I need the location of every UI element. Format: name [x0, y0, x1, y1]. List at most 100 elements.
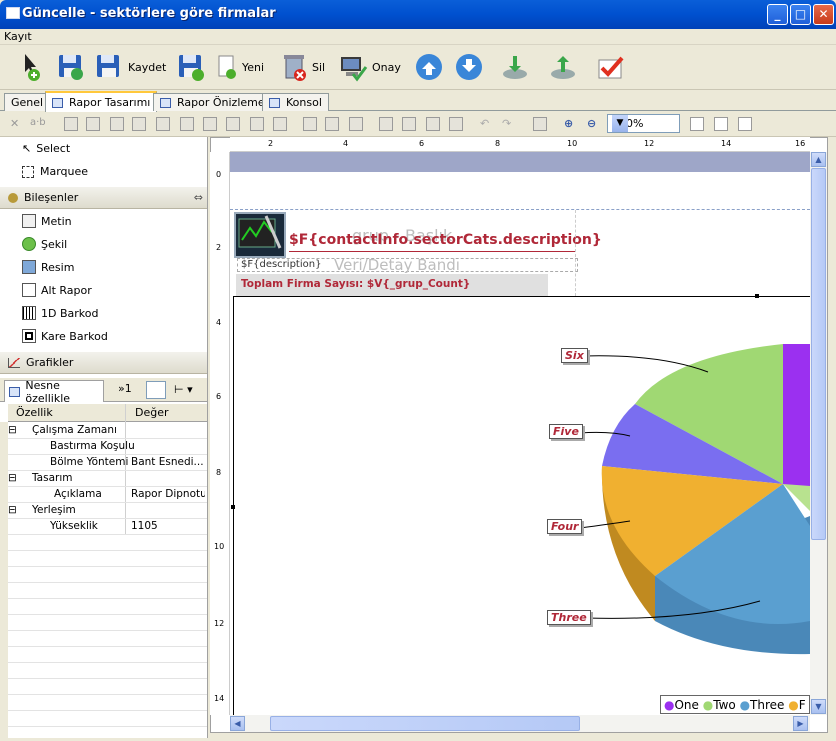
horizontal-scroll-thumb[interactable] [270, 716, 580, 731]
filter-menu-icon[interactable]: ⊢ ▾ [174, 383, 193, 396]
print-icon[interactable] [533, 117, 547, 131]
tab-rapor-onizleme[interactable]: Rapor Önizleme [153, 93, 272, 111]
prop-group-tasarim[interactable]: ⊟ Tasarım [8, 471, 207, 487]
delete-label: Sil [312, 60, 326, 74]
group-footer-band[interactable]: Toplam Firma Sayısı: $V{_grup_Count} [236, 274, 548, 296]
prop-row-bolme-yontemi[interactable]: Bölme Yöntemi Bant Esnedi... [8, 455, 207, 471]
disk-upload-icon [503, 56, 527, 79]
move-up-button[interactable] [414, 49, 444, 85]
export-button[interactable] [548, 49, 578, 85]
collapse-icon: ⊟ [8, 472, 17, 484]
approve-button[interactable]: Onay [338, 49, 401, 85]
paste-icon[interactable] [349, 117, 363, 131]
send-backward-icon[interactable] [449, 117, 463, 131]
prop-row-yukseklik[interactable]: Yükseklik 1105 [8, 519, 207, 535]
space-vertical-icon[interactable] [273, 117, 287, 131]
zoom-select[interactable]: 100% ▼ [607, 114, 680, 133]
prop-group-yerlesim[interactable]: ⊟ Yerleşim [8, 503, 207, 519]
import-button[interactable] [500, 49, 530, 85]
delete-button[interactable]: Sil [282, 49, 325, 85]
new-button[interactable] [176, 49, 206, 85]
zoom-out-icon[interactable]: ⊖ [587, 117, 601, 131]
tab-object-properties[interactable]: Nesne özellikle [4, 379, 104, 405]
components-section-header[interactable]: Bileşenler ⇔ [0, 187, 207, 209]
tab-rapor-tasarimi[interactable]: Rapor Tasarımı [45, 91, 158, 112]
barcode-icon [22, 306, 36, 320]
space-horizontal-icon[interactable] [250, 117, 264, 131]
add-record-button[interactable] [20, 49, 50, 85]
distribute-horizontal-icon[interactable] [180, 117, 194, 131]
tab-konsol[interactable]: Konsol [262, 93, 329, 111]
snap-grid-icon[interactable] [714, 117, 728, 131]
checklist-button[interactable] [596, 49, 626, 85]
scroll-right-arrow[interactable]: ▶ [793, 716, 808, 731]
undo-icon[interactable]: ↶ [480, 117, 494, 131]
minimize-button[interactable]: _ [767, 4, 788, 25]
resize-handle[interactable] [755, 294, 759, 298]
component-1d-barkod[interactable]: 1D Barkod [22, 306, 98, 320]
save-button[interactable]: Kaydet [94, 49, 166, 85]
cut-icon[interactable] [325, 117, 339, 131]
align-center-icon[interactable] [132, 117, 146, 131]
delete-element-icon[interactable]: ✕ [10, 117, 24, 131]
pie-slice-one[interactable] [783, 344, 810, 496]
save-label: Kaydet [128, 60, 167, 74]
detail-band-watermark: Veri/Detay Bandı [334, 256, 460, 274]
component-metin[interactable]: Metin [22, 214, 72, 228]
report-logo-image[interactable] [234, 212, 286, 258]
tool-marquee[interactable]: Marquee [22, 165, 88, 178]
resize-handle[interactable] [231, 505, 235, 509]
vertical-scroll-thumb[interactable] [811, 168, 826, 540]
pie-chart[interactable] [540, 336, 810, 696]
new-label: Yeni [242, 60, 265, 74]
charts-section-header[interactable]: Grafikler [0, 352, 207, 374]
redo-icon[interactable]: ↷ [502, 117, 516, 131]
scroll-down-arrow[interactable]: ▼ [811, 699, 826, 714]
component-resim[interactable]: Resim [22, 260, 74, 274]
col-property: Özellik [16, 406, 53, 419]
new-document-button[interactable]: Yeni [216, 49, 264, 85]
align-top-icon[interactable] [64, 117, 78, 131]
component-alt-rapor[interactable]: Alt Rapor [22, 283, 92, 297]
distribute-vertical-icon[interactable] [203, 117, 217, 131]
maximize-button[interactable]: □ [790, 4, 811, 25]
same-size-icon[interactable] [226, 117, 240, 131]
component-kare-barkod[interactable]: Kare Barkod [22, 329, 108, 343]
tool-select[interactable]: ↖ Select [22, 142, 70, 155]
align-middle-icon[interactable] [86, 117, 100, 131]
send-back-icon[interactable] [402, 117, 416, 131]
prop-row-aciklama[interactable]: Açıklama Rapor Dipnotu [8, 487, 207, 503]
tree-view-icon[interactable] [146, 381, 166, 399]
more-tabs-indicator[interactable]: »1 [118, 382, 132, 395]
prop-row-bastirma-kosulu[interactable]: Bastırma Koşulu [8, 439, 207, 455]
grid-icon[interactable] [690, 117, 704, 131]
bring-forward-icon[interactable] [426, 117, 440, 131]
page-header-band[interactable] [230, 152, 810, 172]
legend-dot-three: ● [739, 698, 751, 712]
align-right-icon[interactable] [156, 117, 170, 131]
text-icon [22, 214, 36, 228]
count-field[interactable]: Toplam Firma Sayısı: $V{_grup_Count} [241, 278, 470, 290]
copy-icon[interactable] [303, 117, 317, 131]
tab-genel[interactable]: Genel [4, 93, 51, 111]
refresh-button[interactable] [56, 49, 86, 85]
scroll-up-arrow[interactable]: ▲ [811, 152, 826, 167]
close-button[interactable]: ✕ [813, 4, 834, 25]
prop-group-calisma-zamani[interactable]: ⊟ Çalışma Zamanı [8, 423, 207, 439]
col-value: Değer [135, 406, 169, 419]
collapse-icon: ⊟ [8, 424, 17, 436]
bring-front-icon[interactable] [379, 117, 393, 131]
move-down-button[interactable] [454, 49, 484, 85]
component-sekil[interactable]: Şekil [22, 237, 67, 251]
vertical-scrollbar[interactable]: ▲ ▼ [810, 152, 827, 715]
design-tab-icon [52, 97, 63, 108]
align-left-icon[interactable] [110, 117, 124, 131]
group-field-sector[interactable]: $F{contactInfo.sectorCats.description} [289, 232, 602, 252]
menu-item-kayit[interactable]: Kayıt [4, 30, 32, 43]
table-grid-icon[interactable] [738, 117, 752, 131]
text-ab-icon[interactable]: a·b [30, 117, 46, 131]
collapse-arrows-icon[interactable]: ⇔ [194, 191, 203, 204]
zoom-in-icon[interactable]: ⊕ [564, 117, 578, 131]
horizontal-scrollbar[interactable]: ◀ ▶ [230, 715, 810, 732]
scroll-left-arrow[interactable]: ◀ [230, 716, 245, 731]
